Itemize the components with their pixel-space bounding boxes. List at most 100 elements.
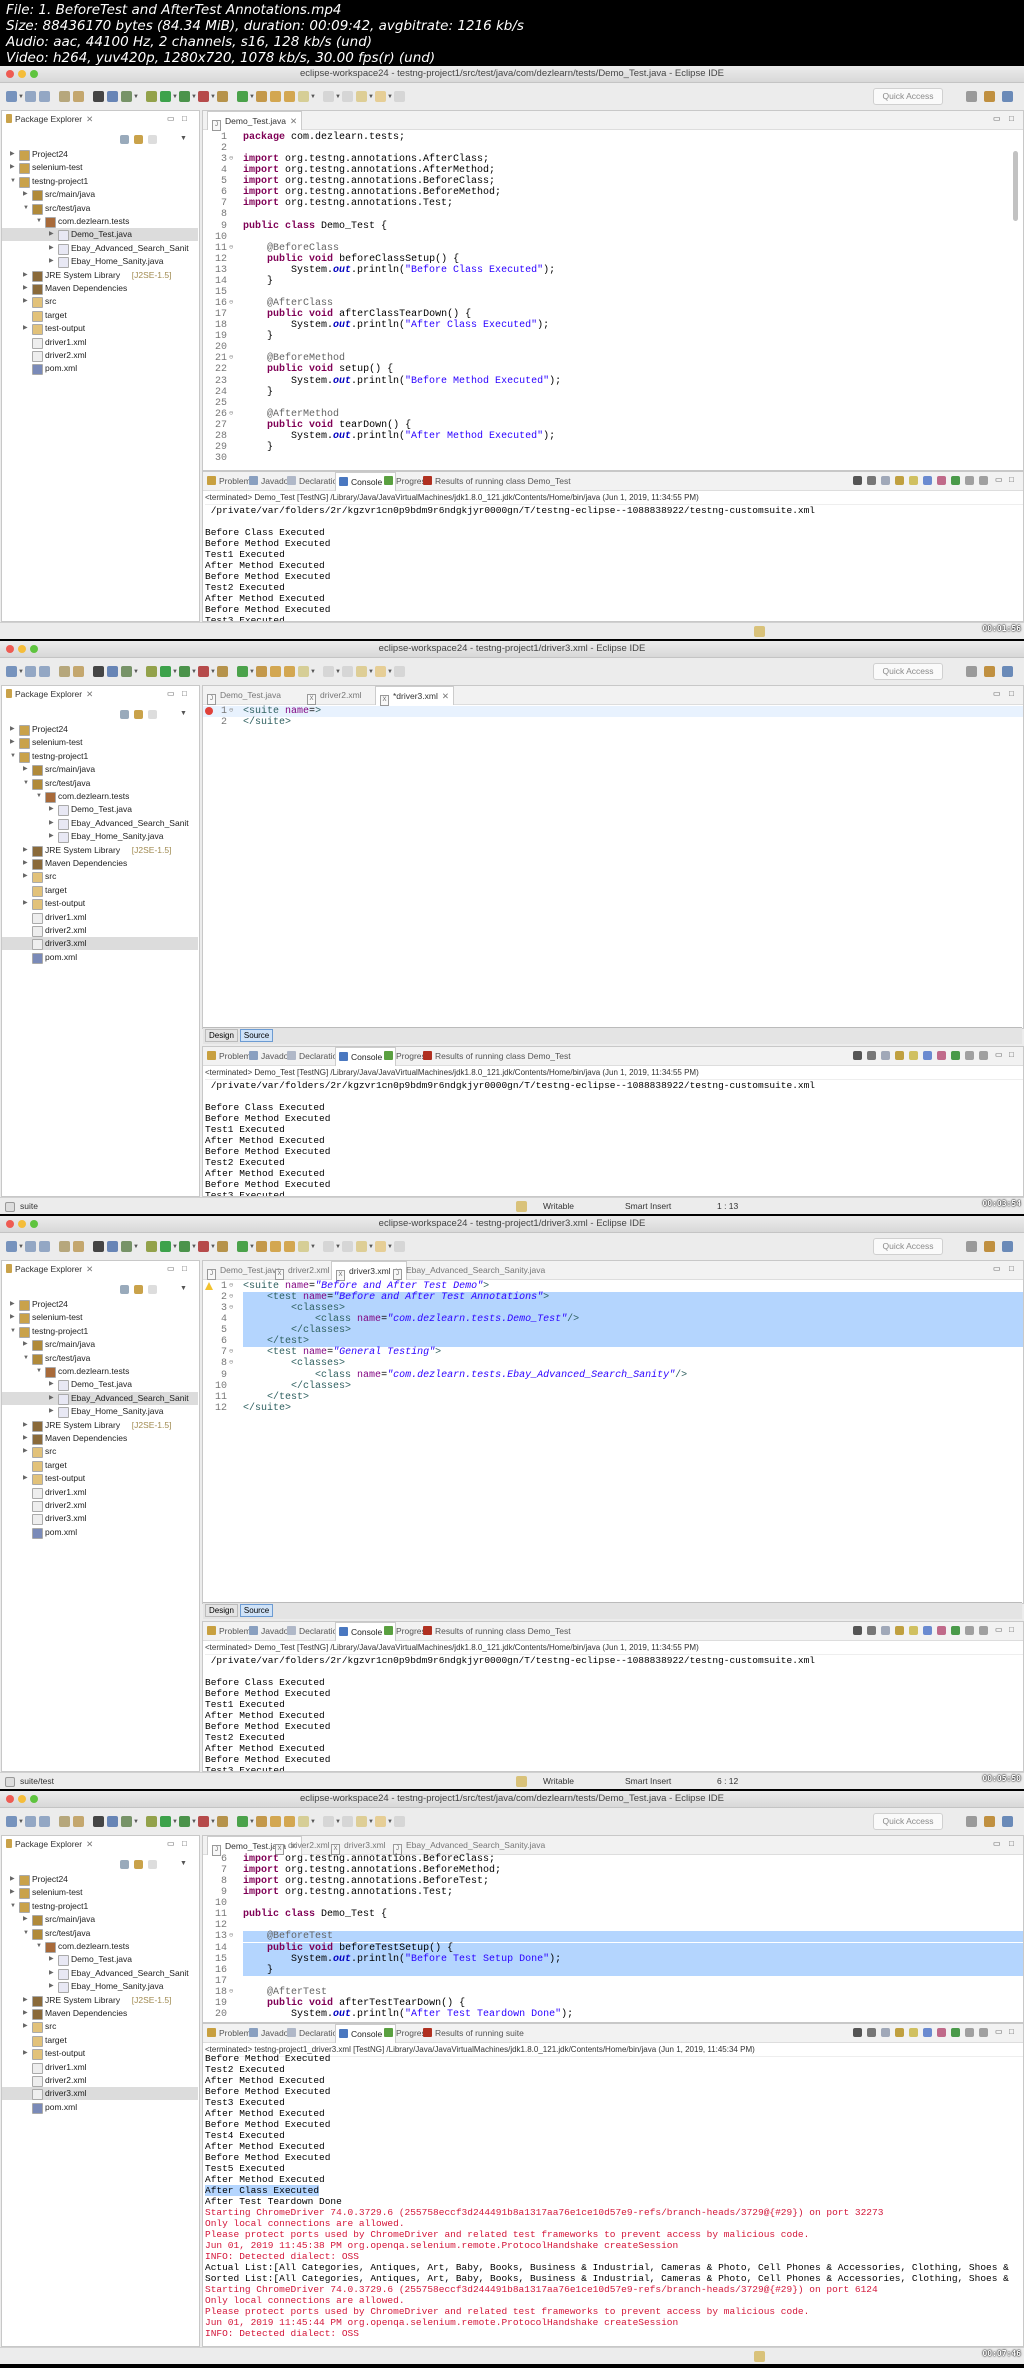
run-icon[interactable]	[160, 1241, 171, 1252]
monitor-icon[interactable]	[107, 666, 118, 677]
maximize-icon[interactable]: □	[182, 114, 187, 123]
print-icon[interactable]	[59, 91, 70, 102]
fold-toggle-icon[interactable]: ⊖	[229, 1931, 233, 1942]
pin-console-icon[interactable]	[951, 1626, 960, 1635]
tree-item[interactable]: ▶ src	[2, 2020, 198, 2034]
view-menu-icon[interactable]: ▼	[180, 710, 187, 717]
console-view-tab[interactable]: Results of running class Demo_Test	[423, 1622, 571, 1640]
collapse-all-icon[interactable]	[120, 1860, 129, 1869]
scroll-lock-icon[interactable]	[895, 1051, 904, 1060]
run-icon[interactable]	[160, 91, 171, 102]
open-icon[interactable]	[73, 1241, 84, 1252]
expanded-arrow-icon[interactable]: ▼	[23, 1352, 29, 1365]
expanded-arrow-icon[interactable]: ▼	[36, 1365, 42, 1378]
back-icon[interactable]	[375, 666, 386, 677]
tree-item[interactable]: ▶ Maven Dependencies	[2, 857, 198, 870]
expanded-arrow-icon[interactable]: ▼	[10, 750, 16, 763]
maximize-icon[interactable]: □	[182, 1264, 187, 1273]
tab-source[interactable]: Source	[239, 1029, 274, 1042]
dropdown-arrow-icon[interactable]: ▼	[249, 94, 255, 100]
tree-item[interactable]: ▼ testng-project1	[2, 750, 198, 763]
collapsed-arrow-icon[interactable]: ▶	[49, 1392, 54, 1405]
tree-item[interactable]: ▶ src/main/java	[2, 1913, 198, 1927]
word-wrap-icon[interactable]	[909, 2028, 918, 2037]
collapsed-arrow-icon[interactable]: ▶	[23, 763, 28, 776]
java-ee-perspective-icon[interactable]	[984, 1816, 995, 1827]
dropdown-arrow-icon[interactable]: ▼	[133, 1244, 139, 1250]
collapsed-arrow-icon[interactable]: ▶	[23, 2007, 28, 2020]
quick-access-input[interactable]: Quick Access	[873, 663, 943, 680]
display-console-icon[interactable]	[965, 476, 974, 485]
collapsed-arrow-icon[interactable]: ▶	[49, 830, 54, 843]
search-icon[interactable]	[284, 1816, 295, 1827]
open-icon[interactable]	[73, 666, 84, 677]
tree-item[interactable]: ▼ testng-project1	[2, 175, 198, 188]
run-config-icon[interactable]	[179, 1241, 190, 1252]
run-ext-icon[interactable]	[198, 1816, 209, 1827]
close-tab-icon[interactable]: ✕	[86, 1839, 93, 1849]
tree-item[interactable]: ▼ com.dezlearn.tests	[2, 1365, 198, 1378]
editor-tab[interactable]: Xdriver2.xml	[275, 1261, 330, 1280]
dropdown-arrow-icon[interactable]: ▼	[310, 669, 316, 675]
expanded-arrow-icon[interactable]: ▼	[10, 1325, 16, 1338]
tree-item[interactable]: ▶ Demo_Test.java	[2, 1953, 198, 1967]
package-explorer-tab[interactable]: Package Explorer ✕	[6, 686, 93, 703]
collapsed-arrow-icon[interactable]: ▶	[49, 1967, 54, 1980]
quick-access-input[interactable]: Quick Access	[873, 88, 943, 105]
collapsed-arrow-icon[interactable]: ▶	[23, 870, 28, 883]
save-all-icon[interactable]	[39, 666, 50, 677]
view-menu-icon[interactable]: ▼	[180, 1285, 187, 1292]
minimize-icon[interactable]: ▭	[167, 1264, 175, 1273]
dropdown-arrow-icon[interactable]: ▼	[335, 669, 341, 675]
open-console-icon[interactable]	[979, 2028, 988, 2037]
collapsed-arrow-icon[interactable]: ▶	[23, 1338, 28, 1351]
pin-console-icon[interactable]	[951, 476, 960, 485]
package-explorer-tab[interactable]: Package Explorer ✕	[6, 111, 93, 128]
collapsed-arrow-icon[interactable]: ▶	[23, 188, 28, 201]
expanded-arrow-icon[interactable]: ▼	[10, 175, 16, 188]
fold-toggle-icon[interactable]: ⊖	[229, 1303, 233, 1314]
tree-item[interactable]: ▶ test-output	[2, 2047, 198, 2061]
run-ext-icon[interactable]	[198, 1241, 209, 1252]
last-edit-icon[interactable]	[356, 666, 367, 677]
tree-item[interactable]: ▶ src	[2, 870, 198, 884]
fold-toggle-icon[interactable]: ⊖	[229, 409, 233, 420]
console-view-tab[interactable]: Results of running class Demo_Test	[423, 472, 571, 490]
expanded-arrow-icon[interactable]: ▼	[36, 215, 42, 228]
collapse-all-icon[interactable]	[120, 135, 129, 144]
clear-console-icon[interactable]	[881, 2028, 890, 2037]
minimize-icon[interactable]: ▭	[993, 689, 1001, 698]
package-explorer-tab[interactable]: Package Explorer ✕	[6, 1836, 93, 1853]
save-all-icon[interactable]	[39, 91, 50, 102]
tree-item[interactable]: ▼ testng-project1	[2, 1900, 198, 1913]
dropdown-arrow-icon[interactable]: ▼	[310, 94, 316, 100]
debug-icon[interactable]	[146, 1816, 157, 1827]
tree-item[interactable]: ▶ selenium-test	[2, 1311, 198, 1325]
new-icon[interactable]	[6, 1816, 17, 1827]
status-tool-icon[interactable]	[754, 2351, 765, 2362]
prev-icon[interactable]	[342, 1816, 353, 1827]
monitor-icon[interactable]	[107, 1816, 118, 1827]
dropdown-arrow-icon[interactable]: ▼	[368, 1819, 374, 1825]
open-folder-icon[interactable]	[270, 666, 281, 677]
clear-console-icon[interactable]	[881, 1051, 890, 1060]
pin-icon[interactable]	[121, 1241, 132, 1252]
tree-item[interactable]: pom.xml	[2, 2101, 198, 2114]
tree-item[interactable]: driver2.xml	[2, 1499, 198, 1512]
collapsed-arrow-icon[interactable]: ▶	[23, 269, 28, 282]
tree-item[interactable]: ▶ Project24	[2, 148, 198, 161]
tree-item[interactable]: ▶ test-output	[2, 1472, 198, 1486]
console-view-tab[interactable]: Declaration	[287, 1622, 342, 1640]
dropdown-arrow-icon[interactable]: ▼	[172, 1244, 178, 1250]
dropdown-arrow-icon[interactable]: ▼	[191, 1819, 197, 1825]
java-ee-perspective-icon[interactable]	[984, 1241, 995, 1252]
tree-item[interactable]: target	[2, 1459, 198, 1472]
dropdown-arrow-icon[interactable]: ▼	[172, 1819, 178, 1825]
back-icon[interactable]	[375, 91, 386, 102]
bug-icon[interactable]	[93, 91, 104, 102]
save-all-icon[interactable]	[39, 1241, 50, 1252]
collapsed-arrow-icon[interactable]: ▶	[49, 803, 54, 816]
display-console-icon[interactable]	[965, 1626, 974, 1635]
open-type-icon[interactable]	[256, 1816, 267, 1827]
dropdown-arrow-icon[interactable]: ▼	[387, 1244, 393, 1250]
